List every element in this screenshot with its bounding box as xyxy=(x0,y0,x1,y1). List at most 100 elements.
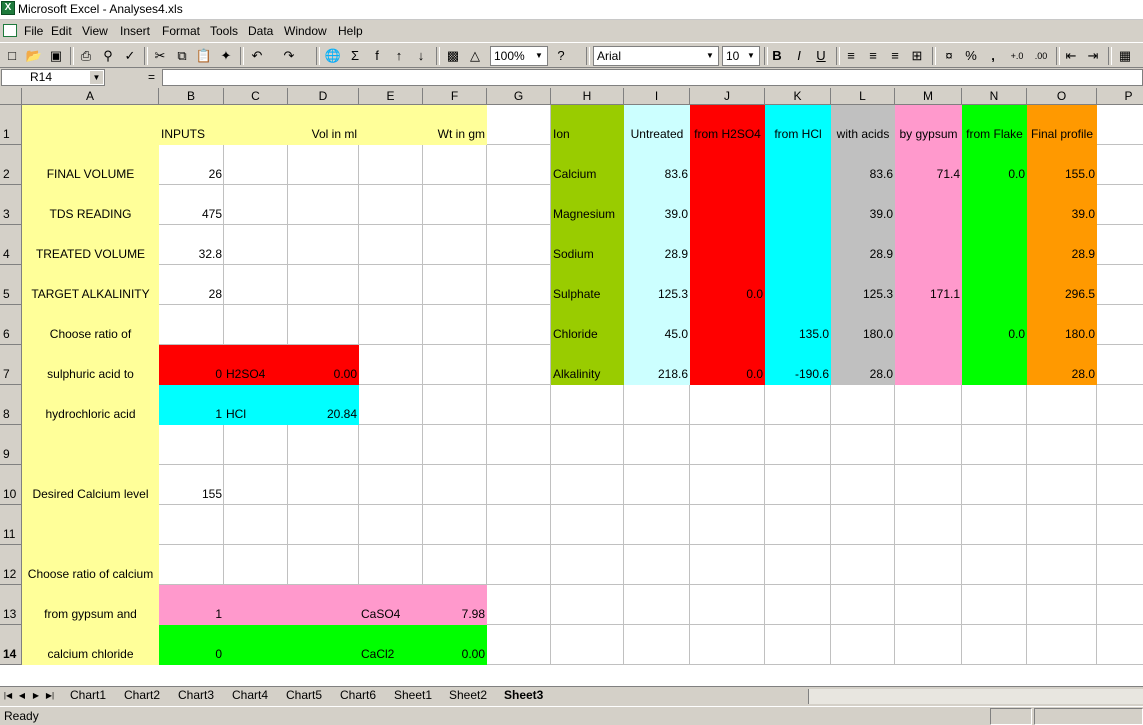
column-header-b[interactable]: B xyxy=(159,88,224,105)
italic-icon[interactable]: I xyxy=(790,47,808,65)
column-header-n[interactable]: N xyxy=(962,88,1027,105)
print-icon[interactable]: ⎙ xyxy=(77,47,95,65)
currency-icon[interactable]: ¤ xyxy=(940,47,958,65)
spreadsheet-grid[interactable]: A B C D E F G H I J K L M N O P 1 2 3 4 5 6 7 8 9 10 11 12 13 14 INPUT… xyxy=(0,88,1143,686)
sheet-tab-chart6[interactable]: Chart6 xyxy=(340,688,376,702)
column-header-c[interactable]: C xyxy=(224,88,288,105)
menu-file[interactable]: File xyxy=(24,24,43,38)
column-header-p[interactable]: P xyxy=(1097,88,1143,105)
undo-icon[interactable]: ↶ xyxy=(248,47,266,65)
decrease-decimal-icon[interactable]: .00 xyxy=(1032,47,1050,65)
column-header-h[interactable]: H xyxy=(551,88,624,105)
paste-icon[interactable]: 📋 xyxy=(195,47,213,65)
save-icon[interactable]: ▣ xyxy=(47,47,65,65)
column-header-f[interactable]: F xyxy=(423,88,487,105)
menu-data[interactable]: Data xyxy=(248,24,273,38)
align-right-icon[interactable]: ≡ xyxy=(886,47,904,65)
sort-ascending-icon[interactable]: ↑ xyxy=(390,47,408,65)
underline-icon[interactable]: U xyxy=(812,47,830,65)
align-center-icon[interactable]: ≡ xyxy=(864,47,882,65)
hyperlink-icon[interactable]: 🌐 xyxy=(324,47,342,65)
last-sheet-icon[interactable]: ▶| xyxy=(44,689,56,703)
percent-icon[interactable]: % xyxy=(962,47,980,65)
next-sheet-icon[interactable]: ▶ xyxy=(30,689,42,703)
format-painter-icon[interactable]: ✦ xyxy=(217,47,235,65)
help-icon[interactable]: ? xyxy=(552,47,570,65)
horizontal-scrollbar[interactable] xyxy=(808,689,1143,704)
merge-center-icon[interactable]: ⊞ xyxy=(908,47,926,65)
first-sheet-icon[interactable]: |◀ xyxy=(2,689,14,703)
sheet-tab-sheet2[interactable]: Sheet2 xyxy=(449,688,487,702)
column-header-a[interactable]: A xyxy=(22,88,159,105)
sheet-tab-chart3[interactable]: Chart3 xyxy=(178,688,214,702)
new-icon[interactable]: □ xyxy=(3,47,21,65)
autosum-icon[interactable]: Σ xyxy=(346,47,364,65)
cut-icon[interactable]: ✂ xyxy=(151,47,169,65)
menu-help[interactable]: Help xyxy=(338,24,363,38)
menu-tools[interactable]: Tools xyxy=(210,24,238,38)
column-header-i[interactable]: I xyxy=(624,88,690,105)
profile-header-2: from H2SO4 xyxy=(694,127,761,141)
sheet-tab-chart2[interactable]: Chart2 xyxy=(124,688,160,702)
column-header-m[interactable]: M xyxy=(895,88,962,105)
print-preview-icon[interactable]: ⚲ xyxy=(99,47,117,65)
increase-decimal-icon[interactable]: +.0 xyxy=(1008,47,1026,65)
profile-value: 39.0 xyxy=(1071,207,1095,221)
align-left-icon[interactable]: ≡ xyxy=(842,47,860,65)
column-header-e[interactable]: E xyxy=(359,88,423,105)
borders-icon[interactable]: ▦ xyxy=(1116,47,1134,65)
document-icon[interactable] xyxy=(3,24,17,37)
column-header-d[interactable]: D xyxy=(288,88,359,105)
menu-view[interactable]: View xyxy=(82,24,108,38)
bold-icon[interactable]: B xyxy=(768,47,786,65)
menu-format[interactable]: Format xyxy=(162,24,200,38)
column-header-k[interactable]: K xyxy=(765,88,831,105)
drawing-icon[interactable]: △ xyxy=(466,47,484,65)
chart-wizard-icon[interactable]: ▩ xyxy=(444,47,462,65)
profile-header-0: Ion xyxy=(553,127,570,141)
row-header-1[interactable]: 1 xyxy=(0,105,22,145)
profile-value: 39.0 xyxy=(869,207,893,221)
menu-insert[interactable]: Insert xyxy=(120,24,150,38)
decrease-indent-icon[interactable]: ⇤ xyxy=(1062,47,1080,65)
font-select[interactable]: Arial ▼ xyxy=(593,46,719,66)
name-box[interactable]: R14 ▼ xyxy=(1,69,105,86)
column-header-g[interactable]: G xyxy=(487,88,551,105)
column-header-j[interactable]: J xyxy=(690,88,765,105)
column-header-l[interactable]: L xyxy=(831,88,895,105)
toolbar-separator xyxy=(836,47,840,65)
formula-input[interactable] xyxy=(162,69,1143,86)
redo-icon[interactable]: ↷ xyxy=(280,47,298,65)
comma-style-icon[interactable]: , xyxy=(984,47,1002,65)
sheet-tab-chart5[interactable]: Chart5 xyxy=(286,688,322,702)
row-header-11[interactable]: 11 xyxy=(0,505,22,545)
menu-window[interactable]: Window xyxy=(284,24,327,38)
gridline-vertical xyxy=(486,105,487,665)
profile-value: 155.0 xyxy=(1064,167,1095,181)
sheet-tab-chart1[interactable]: Chart1 xyxy=(70,688,106,702)
zoom-select[interactable]: 100% ▼ xyxy=(490,46,548,66)
column-header-o[interactable]: O xyxy=(1027,88,1097,105)
profile-ion-label: Sulphate xyxy=(553,287,601,301)
sheet-tab-sheet1[interactable]: Sheet1 xyxy=(394,688,432,702)
profile-value: 83.6 xyxy=(664,167,688,181)
prev-sheet-icon[interactable]: ◀ xyxy=(16,689,28,703)
profile-value: 28.9 xyxy=(869,247,893,261)
formula-bar: R14 ▼ = xyxy=(0,68,1143,88)
sort-descending-icon[interactable]: ↓ xyxy=(412,47,430,65)
increase-indent-icon[interactable]: ⇥ xyxy=(1084,47,1102,65)
menu-edit[interactable]: Edit xyxy=(51,24,72,38)
label-cacl2: CaCl2 xyxy=(361,647,395,661)
spelling-icon[interactable]: ✓ xyxy=(121,47,139,65)
row-header-9[interactable]: 9 xyxy=(0,425,22,465)
select-all-corner[interactable] xyxy=(0,88,22,105)
open-icon[interactable]: 📂 xyxy=(25,47,43,65)
function-icon[interactable]: f xyxy=(368,47,386,65)
sheet-tab-sheet3[interactable]: Sheet3 xyxy=(504,688,543,702)
copy-icon[interactable]: ⧉ xyxy=(173,47,191,65)
font-size-select[interactable]: 10 ▼ xyxy=(722,46,760,66)
label-ratio-calcium-line1: Choose ratio of calcium xyxy=(27,567,154,581)
chevron-down-icon[interactable]: ▼ xyxy=(90,71,103,84)
label-ratio-calcium-line3: calcium chloride xyxy=(47,647,134,661)
sheet-tab-chart4[interactable]: Chart4 xyxy=(232,688,268,702)
